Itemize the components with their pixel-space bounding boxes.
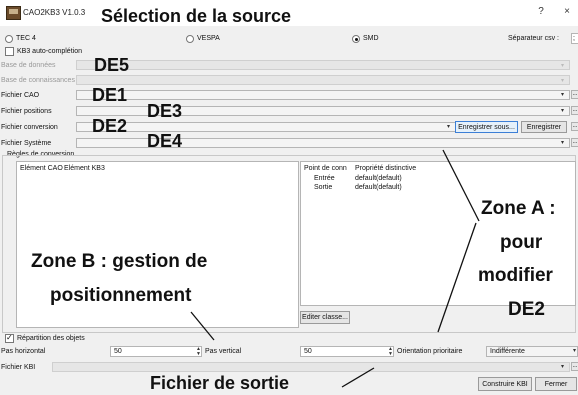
main-window: CAO2KB3 V1.0.3 ? × TEC 4 VESPA SMD Sépar… bbox=[0, 0, 578, 395]
annotation-zone-a-3: modifier bbox=[478, 265, 553, 286]
annotation-source: Sélection de la source bbox=[101, 6, 292, 26]
annotation-de2: DE2 bbox=[92, 116, 128, 136]
annotation-zone-a-4: DE2 bbox=[508, 299, 545, 320]
annotation-zone-b-2: positionnement bbox=[50, 285, 192, 306]
annotation-zone-b-1: Zone B : gestion de bbox=[31, 251, 208, 272]
annotation-output: Fichier de sortie bbox=[150, 373, 290, 393]
annotation-de4: DE4 bbox=[147, 131, 183, 151]
annotation-zone-a-1: Zone A : bbox=[481, 198, 556, 219]
annotation-de5: DE5 bbox=[94, 55, 130, 75]
annotation-de1: DE1 bbox=[92, 85, 128, 105]
annotation-de3: DE3 bbox=[147, 101, 183, 121]
annotation-zone-a-2: pour bbox=[500, 232, 543, 253]
